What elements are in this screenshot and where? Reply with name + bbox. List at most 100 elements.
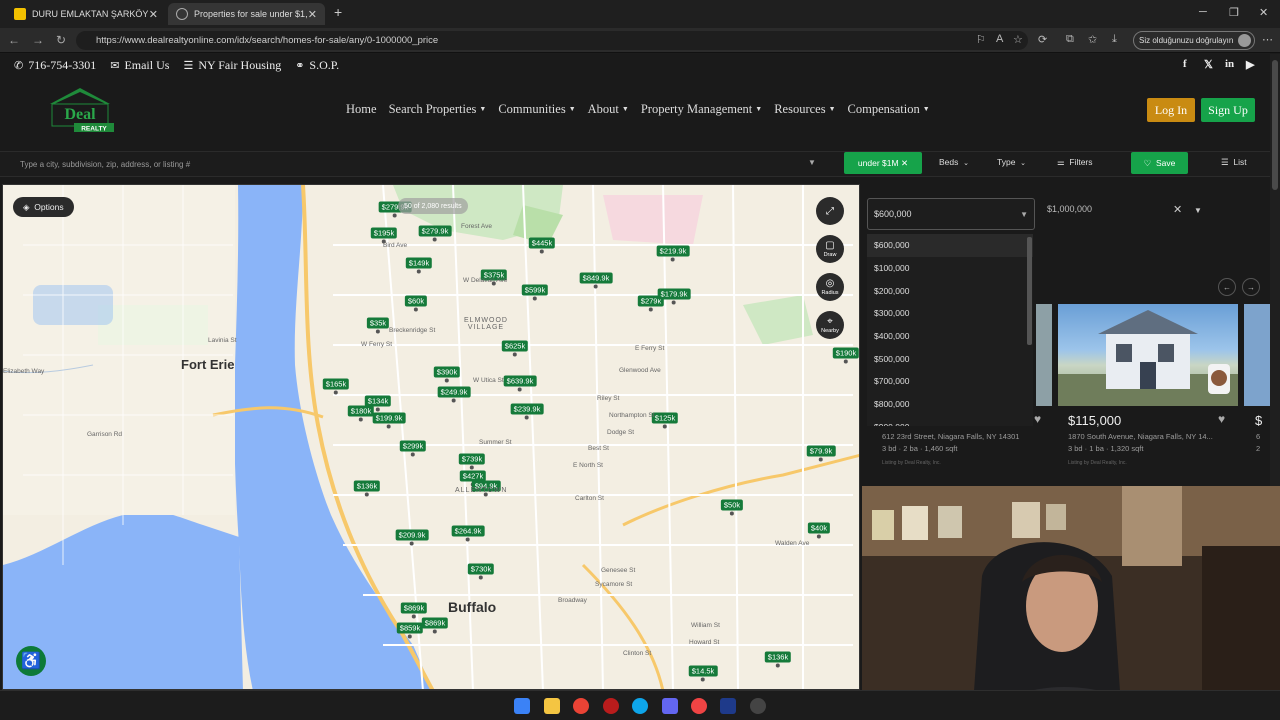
- carousel-next-button[interactable]: →: [1242, 278, 1260, 296]
- facebook-icon[interactable]: f: [1183, 58, 1187, 70]
- price-pin[interactable]: $136k: [764, 651, 792, 668]
- carousel-prev-button[interactable]: ←: [1218, 278, 1236, 296]
- fair-housing-link[interactable]: ☰ NY Fair Housing: [183, 58, 281, 73]
- price-pin[interactable]: $249.9k: [437, 386, 471, 403]
- price-pin[interactable]: $14.5k: [688, 665, 718, 682]
- price-pin[interactable]: $50k: [720, 499, 744, 516]
- favorite-heart-icon[interactable]: ♥: [1034, 412, 1041, 426]
- price-pin[interactable]: $390k: [433, 366, 461, 383]
- price-pin[interactable]: $445k: [528, 237, 556, 254]
- listing-price[interactable]: $115,000: [1068, 413, 1121, 428]
- listing-price[interactable]: $: [1255, 413, 1262, 428]
- listing-address[interactable]: 612 23rd Street, Niagara Falls, NY 14301: [882, 432, 1019, 441]
- price-pin[interactable]: $125k: [651, 412, 679, 429]
- listing-address[interactable]: 1870 South Avenue, Niagara Falls, NY 14.…: [1068, 432, 1213, 441]
- property-map[interactable]: $279.9k $195k $279.9k $149k $375k $60k $599k $4…: [2, 184, 860, 690]
- youtube-icon[interactable]: ▶: [1246, 58, 1254, 71]
- price-pin[interactable]: $264.9k: [451, 525, 485, 542]
- price-pin[interactable]: $179.9k: [657, 288, 691, 305]
- price-pin[interactable]: $869k: [400, 602, 428, 619]
- close-tab-icon[interactable]: ✕: [149, 8, 158, 21]
- price-pin[interactable]: $849.9k: [579, 272, 613, 289]
- price-pin[interactable]: $869k: [421, 617, 449, 634]
- obs-icon[interactable]: [750, 698, 766, 714]
- reload-icon[interactable]: ↻: [56, 33, 66, 47]
- map-options-button[interactable]: ◈ Options: [13, 197, 74, 217]
- nav-property-management[interactable]: Property Management ▼: [641, 102, 762, 117]
- phone-link[interactable]: ✆ 716-754-3301: [14, 58, 96, 73]
- price-option[interactable]: $600,000: [867, 234, 1033, 257]
- linkedin-icon[interactable]: in: [1225, 58, 1234, 70]
- email-link[interactable]: ✉ Email Us: [110, 58, 169, 73]
- search-input[interactable]: [10, 152, 810, 176]
- price-option[interactable]: $800,000: [867, 393, 1033, 416]
- price-pin[interactable]: $195k: [370, 227, 398, 244]
- new-tab-icon[interactable]: +: [334, 4, 342, 20]
- price-pin[interactable]: $279.9k: [418, 225, 452, 242]
- close-tab-icon[interactable]: ✕: [308, 8, 317, 21]
- sop-link[interactable]: ⚭ S.O.P.: [295, 58, 339, 73]
- nav-home[interactable]: Home: [346, 102, 377, 117]
- media-icon[interactable]: [691, 698, 707, 714]
- price-option[interactable]: $500,000: [867, 347, 1033, 370]
- price-pin[interactable]: $639.9k: [503, 375, 537, 392]
- download-icon[interactable]: ⤓: [1112, 33, 1117, 46]
- price-pin[interactable]: $599k: [521, 284, 549, 301]
- clear-icon[interactable]: ✕: [901, 158, 908, 169]
- close-window-icon[interactable]: ✕: [1259, 6, 1268, 19]
- chrome-icon[interactable]: [573, 698, 589, 714]
- price-option[interactable]: $700,000: [867, 370, 1033, 393]
- nav-about[interactable]: About ▼: [588, 102, 629, 117]
- price-pin[interactable]: $79.9k: [806, 445, 836, 462]
- price-pin[interactable]: $40k: [807, 522, 831, 539]
- price-pin[interactable]: $219.9k: [656, 245, 690, 262]
- listing-photo[interactable]: [1036, 304, 1052, 406]
- beds-filter[interactable]: Beds ⌄: [939, 157, 969, 167]
- price-option[interactable]: $100,000: [867, 257, 1033, 280]
- file-explorer-icon[interactable]: [544, 698, 560, 714]
- scrollbar-thumb[interactable]: [1272, 60, 1278, 190]
- discord-icon[interactable]: [662, 698, 678, 714]
- clear-max-icon[interactable]: ✕: [1173, 203, 1182, 216]
- login-button[interactable]: Log In: [1147, 98, 1195, 122]
- signup-button[interactable]: Sign Up: [1201, 98, 1255, 122]
- options-scrollbar[interactable]: [1027, 237, 1032, 345]
- price-pin[interactable]: $859k: [396, 622, 424, 639]
- opera-icon[interactable]: [603, 698, 619, 714]
- x-icon[interactable]: 𝕏: [1204, 58, 1213, 71]
- steam-icon[interactable]: [720, 698, 736, 714]
- price-pin[interactable]: $199.9k: [372, 412, 406, 429]
- filters-button[interactable]: ⚌ Filters: [1057, 157, 1093, 168]
- max-price-input[interactable]: $1,000,000: [1047, 204, 1092, 214]
- listing-photo[interactable]: [1244, 304, 1270, 406]
- map-tool-draw[interactable]: ▢ Draw: [816, 235, 844, 263]
- nav-compensation[interactable]: Compensation ▼: [848, 102, 930, 117]
- price-pin[interactable]: $239.9k: [510, 403, 544, 420]
- price-pin[interactable]: $209.9k: [395, 529, 429, 546]
- price-pin[interactable]: $739k: [458, 453, 486, 470]
- favorites-bar-icon[interactable]: ✩: [1088, 33, 1097, 46]
- price-option[interactable]: $300,000: [867, 302, 1033, 325]
- back-icon[interactable]: ←: [8, 33, 20, 47]
- browser-tab-properties[interactable]: Properties for sale under $1,000,0 ✕: [168, 3, 325, 25]
- map-tool-nearby[interactable]: ⌖ Nearby: [816, 311, 844, 339]
- price-option[interactable]: $400,000: [867, 325, 1033, 348]
- start-icon[interactable]: [514, 698, 530, 714]
- min-price-select[interactable]: $600,000 ▼: [867, 198, 1035, 230]
- read-aloud-icon[interactable]: A: [996, 33, 1003, 45]
- price-pin[interactable]: $136k: [353, 480, 381, 497]
- minimize-icon[interactable]: ─: [1199, 6, 1207, 18]
- list-view-button[interactable]: ☰ List: [1221, 157, 1247, 168]
- caret-down-icon[interactable]: ▼: [1194, 206, 1202, 215]
- listing-photo[interactable]: [1058, 304, 1238, 406]
- price-filter-chip[interactable]: under $1M ✕: [844, 152, 922, 174]
- price-pin[interactable]: $190k: [832, 347, 859, 364]
- url-field[interactable]: https://www.dealrealtyonline.com/idx/sea…: [76, 31, 1028, 50]
- browser-tab-duru[interactable]: DURU EMLAKTAN ŞARKÖYÜN EN ✕: [6, 3, 166, 25]
- map-tool-radius[interactable]: ◎ Radius: [816, 273, 844, 301]
- nav-search-properties[interactable]: Search Properties ▼: [389, 102, 487, 117]
- price-pin[interactable]: $35k: [366, 317, 390, 334]
- favorite-icon[interactable]: ☆: [1013, 33, 1023, 46]
- map-tool-expand[interactable]: ⤢: [816, 197, 844, 225]
- refresh-extension-icon[interactable]: ⟳: [1038, 33, 1047, 46]
